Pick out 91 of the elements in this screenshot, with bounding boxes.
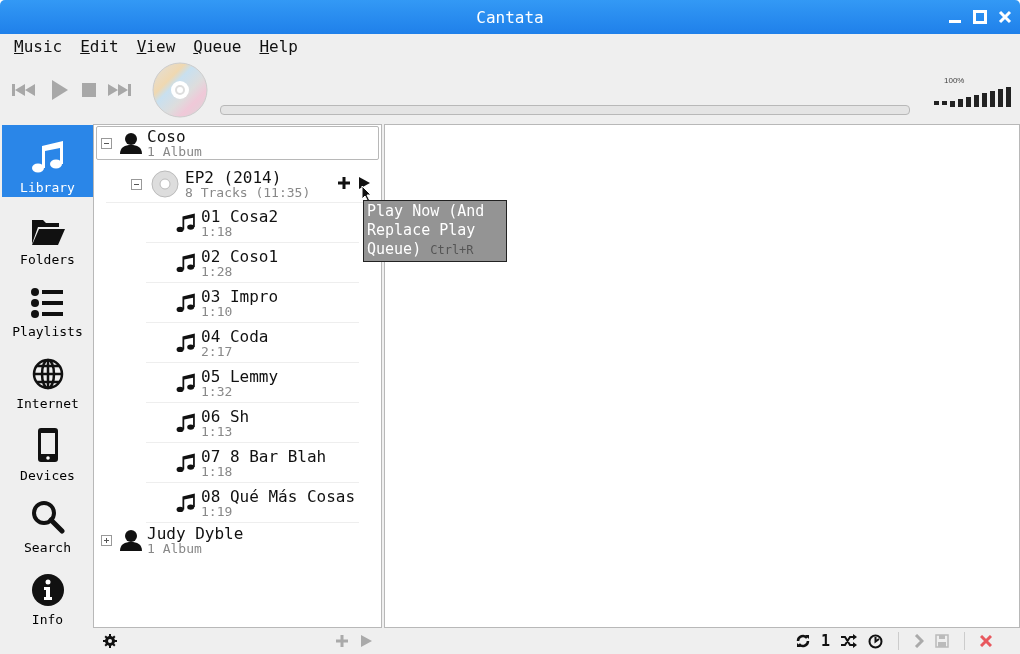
disc-icon bbox=[151, 170, 179, 198]
expander-icon[interactable] bbox=[101, 534, 112, 546]
track-title: 07 8 Bar Blah bbox=[201, 447, 327, 465]
clear-icon[interactable] bbox=[980, 635, 992, 647]
music-note-icon bbox=[176, 212, 196, 233]
menu-item[interactable]: Queue bbox=[193, 36, 242, 56]
track-duration: 1:28 bbox=[201, 264, 234, 279]
music-note-icon bbox=[176, 492, 196, 513]
chevron-icon[interactable] bbox=[914, 634, 924, 648]
expander-icon[interactable] bbox=[101, 137, 112, 149]
sidebar-label: Internet bbox=[16, 396, 79, 411]
track-row[interactable]: 08 Qué Más Cosas 1:19 bbox=[146, 483, 359, 523]
play-icon[interactable] bbox=[358, 177, 370, 189]
sidebar-label: Devices bbox=[20, 468, 75, 483]
track-duration: 1:10 bbox=[201, 304, 233, 319]
sidebar-label: Search bbox=[24, 540, 71, 555]
sidebar-item[interactable]: Info bbox=[2, 557, 93, 629]
track-duration: 1:32 bbox=[201, 384, 233, 399]
track-duration: 1:18 bbox=[201, 224, 234, 239]
sidebar-label: Library bbox=[20, 180, 75, 195]
track-title: 04 Coda bbox=[201, 327, 269, 345]
music-note-icon bbox=[176, 252, 196, 273]
maximize-button[interactable] bbox=[973, 10, 987, 24]
music-note-icon bbox=[176, 332, 196, 353]
track-row[interactable]: 02 Coso1 1:28 bbox=[146, 243, 359, 283]
artist-row[interactable]: Judy Dyble 1 Album bbox=[96, 523, 379, 557]
volume-label: 100% bbox=[944, 75, 965, 85]
sidebar-item[interactable]: Search bbox=[2, 485, 93, 557]
sidebar-item[interactable]: Library bbox=[2, 125, 93, 197]
album-count: 1 Album bbox=[147, 541, 202, 556]
menu-item[interactable]: Help bbox=[259, 36, 298, 56]
track-row[interactable]: 07 8 Bar Blah 1:18 bbox=[146, 443, 359, 483]
sidebar-item[interactable]: Internet bbox=[2, 341, 93, 413]
tooltip-text: Play Now (And Replace Play Queue) Ctrl+R bbox=[367, 202, 485, 258]
track-duration: 1:19 bbox=[201, 504, 233, 519]
track-count: 8 Tracks (11:35) bbox=[185, 185, 311, 200]
artist-name: Coso bbox=[147, 127, 187, 145]
menu-item[interactable]: View bbox=[136, 36, 176, 56]
close-button[interactable] bbox=[998, 10, 1012, 24]
track-title: 03 Impro bbox=[201, 287, 279, 305]
sidebar-label: Info bbox=[31, 612, 64, 627]
sidebar-item[interactable]: Playlists bbox=[2, 269, 93, 341]
search-icon bbox=[30, 500, 65, 534]
track-title: 08 Qué Más Cosas bbox=[201, 487, 356, 505]
sidebar-item[interactable]: Folders bbox=[2, 197, 93, 269]
track-row[interactable]: 06 Sh 1:13 bbox=[146, 403, 359, 443]
mouse-cursor-icon bbox=[361, 185, 372, 202]
sidebar-label: Playlists bbox=[12, 324, 83, 339]
track-row[interactable]: 01 Cosa2 1:18 bbox=[146, 203, 359, 243]
music-note-icon bbox=[30, 140, 65, 174]
disc-icon bbox=[152, 62, 208, 118]
track-duration: 1:13 bbox=[201, 424, 234, 439]
person-icon bbox=[120, 132, 142, 154]
track-duration: 1:18 bbox=[201, 464, 234, 479]
sidebar-label: Folders bbox=[20, 252, 75, 267]
track-duration: 2:17 bbox=[201, 344, 234, 359]
consume-icon[interactable] bbox=[868, 633, 883, 649]
track-title: 05 Lemmy bbox=[201, 367, 279, 385]
album-title: EP2 (2014) bbox=[185, 168, 282, 186]
add-icon[interactable] bbox=[338, 177, 350, 189]
single-toggle[interactable]: 1 bbox=[820, 632, 830, 650]
sidebar-item[interactable]: Devices bbox=[2, 413, 93, 485]
track-title: 01 Cosa2 bbox=[201, 207, 279, 225]
shuffle-icon[interactable] bbox=[841, 634, 857, 648]
music-note-icon bbox=[176, 372, 196, 393]
menu-item[interactable]: Edit bbox=[80, 36, 119, 56]
track-row[interactable]: 05 Lemmy 1:32 bbox=[146, 363, 359, 403]
person-icon bbox=[120, 529, 142, 551]
list-icon bbox=[30, 288, 65, 318]
track-title: 06 Sh bbox=[201, 407, 250, 425]
previous-icon[interactable] bbox=[12, 82, 38, 98]
track-row[interactable]: 03 Impro 1:10 bbox=[146, 283, 359, 323]
album-count: 1 Album bbox=[147, 144, 202, 159]
volume-meter[interactable] bbox=[934, 84, 1012, 107]
track-title: 02 Coso1 bbox=[201, 247, 279, 265]
music-note-icon bbox=[176, 292, 196, 313]
settings-icon[interactable] bbox=[103, 634, 117, 648]
menu-item[interactable]: Music bbox=[14, 36, 63, 56]
globe-icon bbox=[31, 358, 64, 390]
artist-row[interactable]: Coso 1 Album bbox=[96, 126, 379, 160]
music-note-icon bbox=[176, 412, 196, 433]
info-icon bbox=[31, 574, 64, 606]
phone-icon bbox=[37, 428, 58, 462]
window-title: Cantata bbox=[476, 7, 544, 27]
folder-icon bbox=[30, 218, 65, 246]
artist-name: Judy Dyble bbox=[147, 524, 244, 542]
next-icon[interactable] bbox=[108, 82, 134, 98]
music-note-icon bbox=[176, 452, 196, 473]
repeat-icon[interactable] bbox=[795, 634, 810, 648]
track-row[interactable]: 04 Coda 2:17 bbox=[146, 323, 359, 363]
expander-icon[interactable] bbox=[131, 178, 142, 190]
